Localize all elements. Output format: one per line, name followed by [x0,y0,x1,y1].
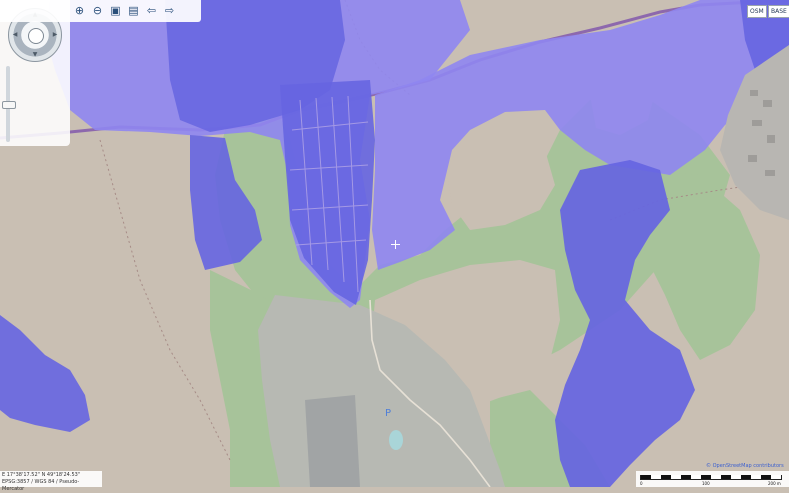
layer-osm-button[interactable]: OSM [747,5,767,18]
back-arrow-icon[interactable]: ⇦ [145,4,158,17]
coordinate-lat: N 49°18'24.53" [41,472,81,478]
pan-down-icon[interactable]: ▼ [31,51,39,59]
zoom-out-icon[interactable]: ⊖ [91,4,104,17]
coordinate-lon-lat: E 17°38'17.52" N 49°18'24.53" [2,472,100,479]
scale-bar-line [640,475,782,480]
parking-label: P [385,408,391,419]
crs-label: EPSG:3857 / WGS 84 / Pseudo-Mercator [2,479,80,492]
zoom-slider-thumb[interactable] [2,101,16,109]
scale-bar: 0 100 200 m [636,471,789,487]
crosshair-cursor-icon [391,240,400,249]
map-attribution[interactable]: © OpenStreetMap contributors [706,463,784,469]
zoom-extent-icon[interactable]: ▤ [127,4,140,17]
coordinate-lon: E 17°38'17.52" [2,472,40,478]
forward-arrow-icon[interactable]: ⇨ [163,4,176,17]
coordinate-readout: E 17°38'17.52" N 49°18'24.53" EPSG:3857 … [0,471,102,492]
zoom-center-icon[interactable] [28,28,44,44]
scale-label-0: 0 [640,481,643,486]
zoom-in-icon[interactable]: ⊕ [73,4,86,17]
map-toolbar: ⊕ ⊖ ▣ ▤ ⇦ ⇨ [0,0,201,22]
pan-right-icon[interactable]: ▶ [51,31,59,39]
building-complex [305,395,360,487]
scale-label-100: 100 [702,481,710,486]
layer-base-button[interactable]: BASE [768,5,789,18]
pan-left-icon[interactable]: ◀ [11,31,19,39]
scale-label-200: 200 m [768,481,781,486]
pond [389,430,403,450]
zoom-box-icon[interactable]: ▣ [109,4,122,17]
